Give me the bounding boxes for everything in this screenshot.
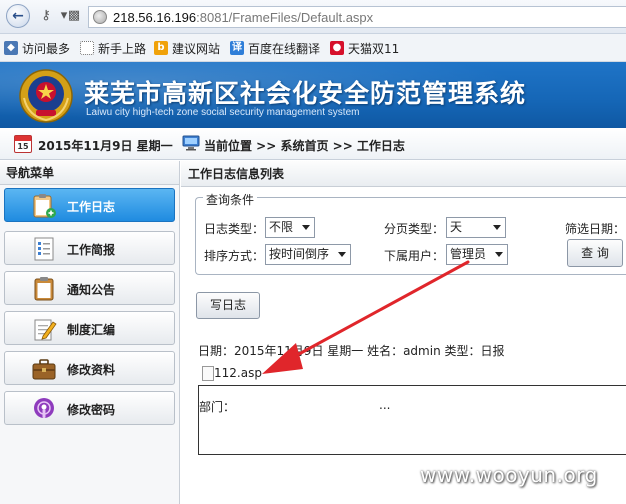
breadcrumb: 当前位置 >> 系统首页 >> 工作日志 <box>204 139 405 153</box>
attachment-link[interactable]: 112.asp <box>214 366 262 380</box>
bookmark-getting-started[interactable]: 新手上路 <box>80 40 146 56</box>
watermark: www.wooyun.org <box>420 463 598 487</box>
main-content: 工作日志信息列表 查询条件 日志类型： 不限 分页类型： 天 筛选日期： 排序方… <box>181 161 626 504</box>
sort-label: 排序方式： <box>204 249 265 263</box>
dotted-page-icon <box>80 41 94 55</box>
menu-item-regulations[interactable]: 制度汇编 <box>4 311 175 345</box>
menu-label: 修改密码 <box>67 403 116 417</box>
bookmark-suggested-sites[interactable]: b 建议网站 <box>154 40 220 56</box>
chevron-down-icon <box>493 225 501 230</box>
briefcase-icon <box>32 359 56 380</box>
document-list-icon <box>34 237 54 261</box>
browser-address-bar: ← ⚷ ▾ ▩ 218.56.16.196:8081/FrameFiles/De… <box>0 0 626 34</box>
bookmark-tmall[interactable]: ● 天猫双11 <box>330 40 399 56</box>
url-host: 218.56.16.196 <box>113 10 197 25</box>
podcast-lock-icon <box>34 398 54 418</box>
menu-item-edit-profile[interactable]: 修改资料 <box>4 351 175 385</box>
sidebar-title: 导航菜单 <box>0 161 179 185</box>
chevron-down-icon <box>302 225 310 230</box>
menu-item-work-log[interactable]: 工作日志 <box>4 188 175 222</box>
menu-label: 工作简报 <box>67 243 116 257</box>
log-content-box <box>198 385 626 455</box>
bookmarks-bar: ◆ 访问最多 新手上路 b 建议网站 译 百度在线翻译 ● 天猫双11 <box>0 34 626 62</box>
url-input[interactable]: 218.56.16.196:8081/FrameFiles/Default.as… <box>88 6 626 28</box>
page-type-label: 分页类型： <box>384 222 445 236</box>
system-title: 莱芜市高新区社会化安全防范管理系统 <box>84 79 527 108</box>
menu-label: 工作日志 <box>67 200 116 214</box>
site-banner: 莱芜市高新区社会化安全防范管理系统 Laiwu city high-tech z… <box>0 62 626 128</box>
menu-label: 修改资料 <box>67 363 116 377</box>
url-path: :8081/FrameFiles/Default.aspx <box>196 10 374 25</box>
chevron-down-icon <box>495 252 503 257</box>
bookmark-icon: ◆ <box>4 41 18 55</box>
menu-label: 通知公告 <box>67 283 116 297</box>
log-meta: 日期：2015年11月9日 星期一 姓名：admin 类型：日报 <box>198 344 505 358</box>
key-icon[interactable]: ⚷ <box>38 8 54 24</box>
sort-select[interactable]: 按时间倒序 <box>265 244 351 265</box>
query-legend: 查询条件 <box>203 191 258 208</box>
folder-icon[interactable]: ▩ <box>66 8 82 24</box>
sub-user-label: 下属用户： <box>384 249 445 263</box>
bing-icon: b <box>154 41 168 55</box>
write-log-button[interactable]: 写日志 <box>196 292 260 319</box>
log-type-label: 日志类型： <box>204 222 265 236</box>
clipboard-plus-icon <box>33 194 56 218</box>
info-bar: 15 2015年11月9日 星期一 当前位置 >> 系统首页 >> 工作日志 <box>0 128 626 160</box>
page-type-select[interactable]: 天 <box>446 217 506 238</box>
menu-item-work-brief[interactable]: 工作简报 <box>4 231 175 265</box>
police-emblem-icon <box>19 69 73 123</box>
calendar-icon: 15 <box>14 135 32 153</box>
dept-value: ... <box>379 398 391 412</box>
query-button[interactable]: 查 询 <box>567 239 623 267</box>
nav-sidebar: 导航菜单 工作日志 工作简报 通知公告 制度汇编 修改资料 修改密码 <box>0 161 180 504</box>
dept-label: 部门： <box>199 400 236 414</box>
menu-item-notice[interactable]: 通知公告 <box>4 271 175 305</box>
current-date: 2015年11月9日 星期一 <box>38 139 173 153</box>
panel-title: 工作日志信息列表 <box>181 161 626 187</box>
sub-user-select[interactable]: 管理员 <box>446 244 508 265</box>
menu-label: 制度汇编 <box>67 323 116 337</box>
file-icon <box>202 366 214 381</box>
filter-date-label: 筛选日期： <box>565 222 626 236</box>
back-button[interactable]: ← <box>6 4 30 28</box>
chevron-down-icon <box>338 252 346 257</box>
system-subtitle: Laiwu city high-tech zone social securit… <box>86 107 360 118</box>
tmall-icon: ● <box>330 41 344 55</box>
page-globe-icon <box>93 10 107 24</box>
computer-icon <box>182 135 200 151</box>
bookmark-most-visited[interactable]: ◆ 访问最多 <box>4 40 70 56</box>
menu-item-change-password[interactable]: 修改密码 <box>4 391 175 425</box>
clipboard-icon <box>34 277 54 301</box>
pencil-note-icon <box>34 319 57 341</box>
log-type-select[interactable]: 不限 <box>265 217 315 238</box>
translate-icon: 译 <box>230 41 244 55</box>
bookmark-baidu-translate[interactable]: 译 百度在线翻译 <box>230 40 320 56</box>
